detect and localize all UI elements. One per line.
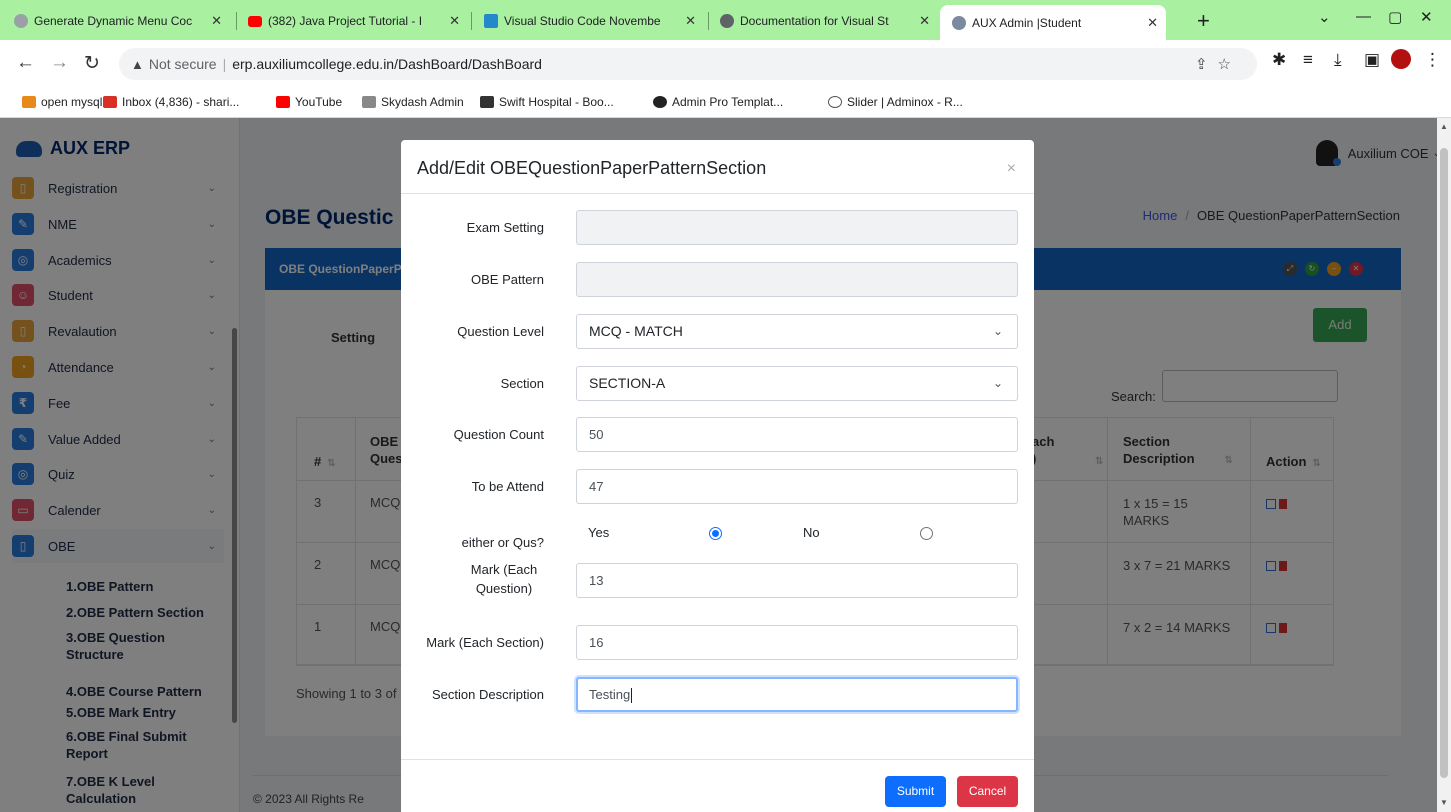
obe-pattern-input[interactable] (576, 262, 1018, 297)
profile-avatar-icon[interactable] (1391, 49, 1411, 69)
browser-tab[interactable]: Visual Studio Code Novembe ✕ (476, 7, 704, 35)
question-level-label: Question Level (457, 324, 544, 339)
bookmark-item[interactable]: open mysql (22, 95, 102, 109)
radio-yes-label: Yes (588, 525, 610, 540)
hospital-icon (480, 96, 494, 108)
page-scrollbar[interactable]: ▲ ▼ (1437, 118, 1451, 812)
adminox-icon (828, 96, 842, 108)
radio-yes[interactable] (709, 527, 722, 540)
text-caret (631, 688, 633, 704)
browser-tab[interactable]: (382) Java Project Tutorial - I ✕ (240, 7, 468, 35)
bookmark-item[interactable]: Admin Pro Templat... (653, 95, 783, 109)
bookmark-item[interactable]: YouTube (276, 95, 342, 109)
section-description-input[interactable]: Testing (576, 677, 1018, 712)
tab-title: (382) Java Project Tutorial - I (268, 14, 423, 28)
vscode-favicon-icon (484, 14, 498, 28)
tab-title: Generate Dynamic Menu Coc (34, 14, 193, 28)
mark-each-question-label: Mark (Each Question) (470, 562, 538, 596)
either-or-label: either or Qus? (461, 535, 544, 550)
tab-title: AUX Admin |Student (972, 15, 1082, 30)
chevron-down-icon: ⌄ (992, 324, 1003, 338)
gmail-icon (103, 96, 117, 108)
tab-title: Documentation for Visual St (740, 14, 889, 28)
warning-triangle-icon: ▲ (131, 56, 144, 72)
not-secure-label: Not secure (148, 56, 217, 72)
tab-search-icon[interactable]: ⌄ (1318, 8, 1331, 26)
radio-no[interactable] (920, 527, 933, 540)
tab-favicon-icon (14, 14, 28, 28)
submit-button[interactable]: Submit (885, 776, 946, 807)
modal-title: Add/Edit OBEQuestionPaperPatternSection (417, 158, 767, 178)
scroll-down-icon[interactable]: ▼ (1440, 798, 1448, 807)
bookmark-item[interactable]: Slider | Adminox - R... (828, 95, 963, 109)
section-description-label: Section Description (432, 687, 544, 702)
browser-tab-active[interactable]: AUX Admin |Student ✕ (940, 5, 1166, 40)
close-icon[interactable]: × (1007, 160, 1016, 178)
youtube-icon (276, 96, 290, 108)
bookmark-item[interactable]: Skydash Admin (362, 95, 464, 109)
browser-tab[interactable]: Documentation for Visual St ✕ (712, 7, 938, 35)
tab-favicon-icon (952, 15, 966, 30)
to-be-attend-input[interactable]: 47 (576, 469, 1018, 504)
scroll-up-icon[interactable]: ▲ (1440, 122, 1448, 131)
section-label: Section (500, 376, 544, 391)
url-omnibox[interactable]: ▲ Not secure | erp.auxiliumcollege.edu.i… (119, 48, 1257, 80)
chevron-down-icon: ⌄ (992, 376, 1003, 390)
share-star-icons[interactable]: ⇪☆ (1195, 55, 1241, 73)
tab-close-icon[interactable]: ✕ (1147, 15, 1158, 31)
download-icon[interactable]: ⤓ (1334, 50, 1342, 70)
forward-arrow-icon[interactable]: → (50, 52, 69, 74)
to-be-attend-label: To be Attend (471, 479, 544, 494)
window-close-button[interactable]: ✕ (1420, 8, 1433, 26)
radio-no-label: No (803, 525, 820, 540)
tab-close-icon[interactable]: ✕ (211, 13, 222, 29)
admin-pro-icon (653, 96, 667, 108)
mark-each-question-input[interactable]: 13 (576, 563, 1018, 598)
url-text: erp.auxiliumcollege.edu.in/DashBoard/Das… (232, 56, 542, 72)
maximize-button[interactable]: ▢ (1388, 8, 1402, 26)
tab-close-icon[interactable]: ✕ (685, 13, 696, 29)
obe-pattern-label: OBE Pattern (471, 272, 544, 287)
question-count-label: Question Count (453, 427, 544, 442)
minimize-button[interactable]: — (1356, 8, 1371, 25)
edit-modal: Add/Edit OBEQuestionPaperPatternSection … (401, 140, 1034, 812)
bookmarks-bar: open mysql Inbox (4,836) - shari... YouT… (0, 88, 1451, 118)
exam-setting-label: Exam Setting (466, 220, 544, 235)
bookmark-item[interactable]: Inbox (4,836) - shari... (103, 95, 239, 109)
side-panel-icon[interactable]: ▣ (1364, 50, 1380, 70)
bookmark-item[interactable]: Swift Hospital - Boo... (480, 95, 614, 109)
back-arrow-icon[interactable]: ← (16, 52, 35, 74)
browser-menu-icon[interactable]: ⋮ (1424, 50, 1441, 70)
tab-title: Visual Studio Code Novembe (504, 14, 661, 28)
tab-favicon-icon (720, 14, 734, 28)
new-tab-button[interactable]: + (1197, 8, 1210, 34)
question-count-input[interactable]: 50 (576, 417, 1018, 452)
youtube-favicon-icon (248, 15, 262, 27)
tab-close-icon[interactable]: ✕ (449, 13, 460, 29)
cancel-button[interactable]: Cancel (957, 776, 1018, 807)
scrollbar-thumb[interactable] (1440, 148, 1448, 778)
mark-each-section-label: Mark (Each Section) (426, 635, 544, 650)
browser-tab[interactable]: Generate Dynamic Menu Coc ✕ (6, 7, 230, 35)
tab-close-icon[interactable]: ✕ (919, 13, 930, 29)
exam-setting-input[interactable] (576, 210, 1018, 245)
question-level-select[interactable]: MCQ - MATCH ⌄ (576, 314, 1018, 349)
mark-each-section-input[interactable]: 16 (576, 625, 1018, 660)
browser-tab-bar: Generate Dynamic Menu Coc ✕ (382) Java P… (0, 0, 1451, 40)
section-select[interactable]: SECTION-A ⌄ (576, 366, 1018, 401)
skydash-icon (362, 96, 376, 108)
reading-list-icon[interactable]: ≡ (1303, 50, 1313, 70)
mysql-icon (22, 96, 36, 108)
extensions-puzzle-icon[interactable]: ✱ (1272, 50, 1286, 70)
reload-icon[interactable]: ↻ (84, 52, 100, 75)
address-bar-row: ← → ↻ ▲ Not secure | erp.auxiliumcollege… (0, 40, 1451, 88)
